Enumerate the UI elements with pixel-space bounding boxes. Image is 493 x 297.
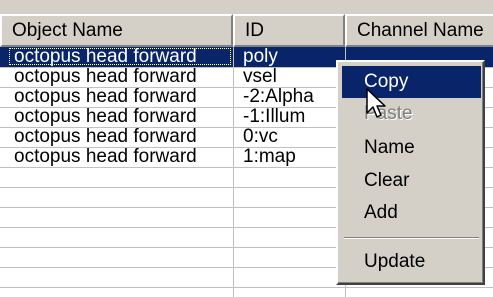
row-divider (0, 287, 493, 288)
arrow-pointer-icon (366, 88, 386, 118)
table-row-object-name[interactable]: octopus head forward (14, 47, 197, 67)
menu-item-add[interactable]: Add (342, 197, 481, 229)
table-row-object-name[interactable]: octopus head forward (14, 127, 197, 147)
table-row-id[interactable]: -1:Illum (243, 107, 305, 127)
table-row-id[interactable]: 0:vc (243, 127, 278, 147)
menu-item-name[interactable]: Name (342, 132, 481, 164)
table-row-object-name[interactable]: octopus head forward (14, 107, 197, 127)
table-row-id[interactable]: poly (243, 47, 278, 67)
menu-item-update[interactable]: Update (342, 246, 481, 278)
table-row-object-name[interactable]: octopus head forward (14, 67, 197, 87)
table-row-id[interactable]: vsel (243, 67, 277, 87)
column-divider (233, 47, 234, 297)
menu-item-copy[interactable]: Copy (342, 66, 481, 98)
menu-item-clear[interactable]: Clear (342, 165, 481, 197)
column-header-channel-name[interactable]: Channel Name (345, 14, 493, 47)
column-header-object-name[interactable]: Object Name (0, 14, 233, 47)
table-row-id[interactable]: 1:map (243, 147, 296, 167)
menu-separator (344, 237, 479, 239)
context-menu: Copy Paste Name Clear Add Update (336, 60, 485, 285)
table-row-id[interactable]: -2:Alpha (243, 87, 314, 107)
menu-item-paste[interactable]: Paste (342, 98, 481, 130)
window-top-edge (0, 0, 493, 14)
table-row-object-name[interactable]: octopus head forward (14, 87, 197, 107)
table-row-object-name[interactable]: octopus head forward (14, 147, 197, 167)
column-header-id[interactable]: ID (233, 14, 345, 47)
